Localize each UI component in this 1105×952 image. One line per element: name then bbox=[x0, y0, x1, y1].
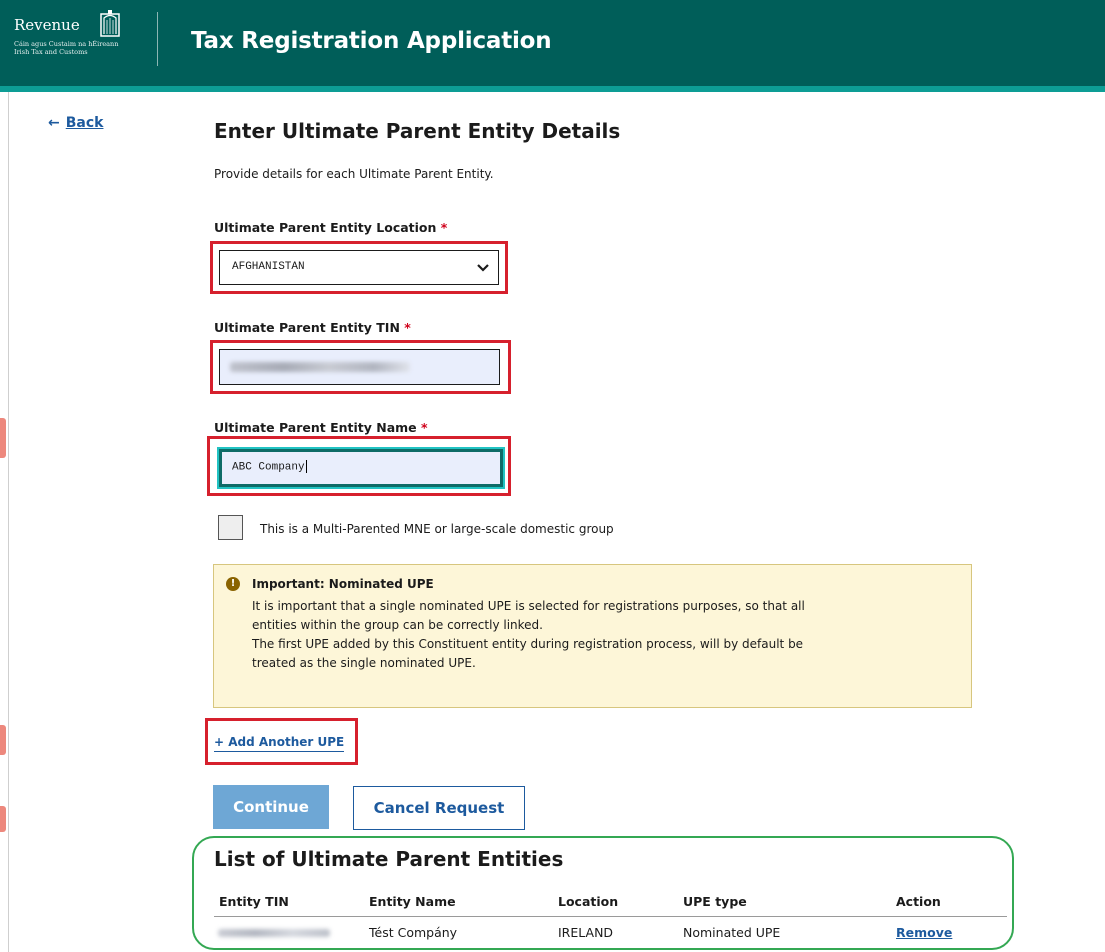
warning-icon: ! bbox=[226, 577, 240, 591]
harp-icon bbox=[100, 10, 120, 37]
back-arrow-icon: ← bbox=[48, 115, 60, 131]
location-select[interactable]: AFGHANISTAN bbox=[219, 250, 499, 285]
alert-title: Important: Nominated UPE bbox=[252, 577, 434, 591]
row-upe-type: Nominated UPE bbox=[683, 925, 781, 940]
alert-line: It is important that a single nominated … bbox=[252, 599, 805, 613]
column-header-location: Location bbox=[558, 894, 619, 909]
logo-wordmark: Revenue bbox=[14, 16, 80, 34]
redacted-tin bbox=[230, 362, 410, 372]
multi-parent-checkbox[interactable] bbox=[218, 515, 243, 540]
cancel-request-button[interactable]: Cancel Request bbox=[353, 786, 525, 830]
header-stripe bbox=[0, 86, 1105, 92]
important-alert: ! Important: Nominated UPE It is importa… bbox=[213, 564, 972, 708]
revenue-logo: Revenue Cáin agus Custaim na hÉireann Ir… bbox=[14, 10, 144, 70]
required-marker: * bbox=[440, 220, 448, 235]
edge-marker bbox=[0, 418, 6, 458]
location-label: Ultimate Parent Entity Location * bbox=[214, 220, 447, 235]
back-link-label: Back bbox=[65, 115, 104, 131]
name-label-text: Ultimate Parent Entity Name bbox=[214, 420, 417, 435]
logo-subtitle: Cáin agus Custaim na hÉireann Irish Tax … bbox=[14, 40, 144, 56]
chevron-down-icon bbox=[477, 264, 489, 272]
header-divider bbox=[157, 12, 158, 66]
tin-input[interactable] bbox=[219, 349, 500, 385]
logo-subtitle-irish: Cáin agus Custaim na hÉireann bbox=[14, 40, 119, 48]
name-input-value: ABC Company bbox=[232, 461, 305, 474]
tin-label-text: Ultimate Parent Entity TIN bbox=[214, 320, 400, 335]
text-caret bbox=[305, 460, 307, 473]
remove-upe-link[interactable]: Remove bbox=[896, 925, 952, 940]
table-header-divider bbox=[214, 916, 1007, 917]
edge-marker bbox=[0, 725, 6, 755]
alert-line: treated as the single nominated UPE. bbox=[252, 656, 476, 670]
row-entity-name: Tést Compány bbox=[369, 925, 458, 940]
row-location: IRELAND bbox=[558, 925, 614, 940]
continue-button[interactable]: Continue bbox=[213, 785, 329, 829]
location-select-value: AFGHANISTAN bbox=[232, 261, 305, 273]
left-border bbox=[8, 92, 9, 952]
page-title: Enter Ultimate Parent Entity Details bbox=[214, 119, 621, 143]
logo-subtitle-english: Irish Tax and Customs bbox=[14, 48, 88, 56]
tin-label: Ultimate Parent Entity TIN * bbox=[214, 320, 411, 335]
back-link[interactable]: ← Back bbox=[48, 115, 103, 131]
alert-line: The first UPE added by this Constituent … bbox=[252, 637, 804, 651]
column-header-upe-type: UPE type bbox=[683, 894, 747, 909]
column-header-tin: Entity TIN bbox=[219, 894, 289, 909]
column-header-name: Entity Name bbox=[369, 894, 456, 909]
alert-line: entities within the group can be correct… bbox=[252, 618, 543, 632]
required-marker: * bbox=[421, 420, 428, 435]
add-another-upe-link[interactable]: + Add Another UPE bbox=[214, 735, 345, 752]
edge-marker bbox=[0, 806, 6, 832]
location-label-text: Ultimate Parent Entity Location bbox=[214, 220, 437, 235]
name-label: Ultimate Parent Entity Name * bbox=[214, 420, 428, 435]
column-header-action: Action bbox=[896, 894, 941, 909]
multi-parent-checkbox-label: This is a Multi-Parented MNE or large-sc… bbox=[260, 522, 614, 536]
required-marker: * bbox=[404, 320, 411, 335]
alert-body: It is important that a single nominated … bbox=[252, 597, 962, 673]
app-title: Tax Registration Application bbox=[191, 28, 552, 54]
redacted-tin bbox=[218, 929, 330, 937]
page-intro: Provide details for each Ultimate Parent… bbox=[214, 167, 494, 181]
name-input[interactable]: ABC Company bbox=[219, 449, 503, 487]
upe-list-title: List of Ultimate Parent Entities bbox=[214, 847, 564, 871]
app-header: Revenue Cáin agus Custaim na hÉireann Ir… bbox=[0, 0, 1105, 86]
